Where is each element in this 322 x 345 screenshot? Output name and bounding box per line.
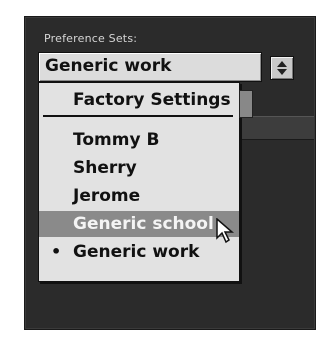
preference-sets-label: Preference Sets: [44,32,138,45]
menu-item-generic-school[interactable]: Generic school [39,211,239,237]
preference-stepper-button[interactable] [270,56,294,80]
menu-item-label: Generic school [73,214,214,234]
menu-item-jerome[interactable]: Jerome [39,183,239,209]
menu-item-label: Factory Settings [73,90,231,110]
pointer-icon [216,217,236,248]
menu-item-label: Sherry [73,158,137,178]
menu-separator [43,115,233,117]
menu-item-sherry[interactable]: Sherry [39,155,239,181]
preference-set-select[interactable]: Generic work [38,52,262,82]
checked-bullet-icon: • [51,242,62,261]
menu-item-label: Generic work [73,242,200,262]
menu-item-generic-work[interactable]: • Generic work [39,239,239,265]
menu-item-tommy-b[interactable]: Tommy B [39,127,239,153]
menu-item-factory-settings[interactable]: Factory Settings [39,87,239,113]
menu-item-label: Jerome [73,186,141,206]
selected-preference-value: Generic work [45,56,172,76]
up-down-arrows-icon [277,61,287,75]
menu-item-label: Tommy B [73,130,160,150]
preference-set-dropdown-menu: Factory Settings Tommy B Sherry Jerome G… [38,82,240,282]
menu-scroll-thumb[interactable] [239,90,253,118]
